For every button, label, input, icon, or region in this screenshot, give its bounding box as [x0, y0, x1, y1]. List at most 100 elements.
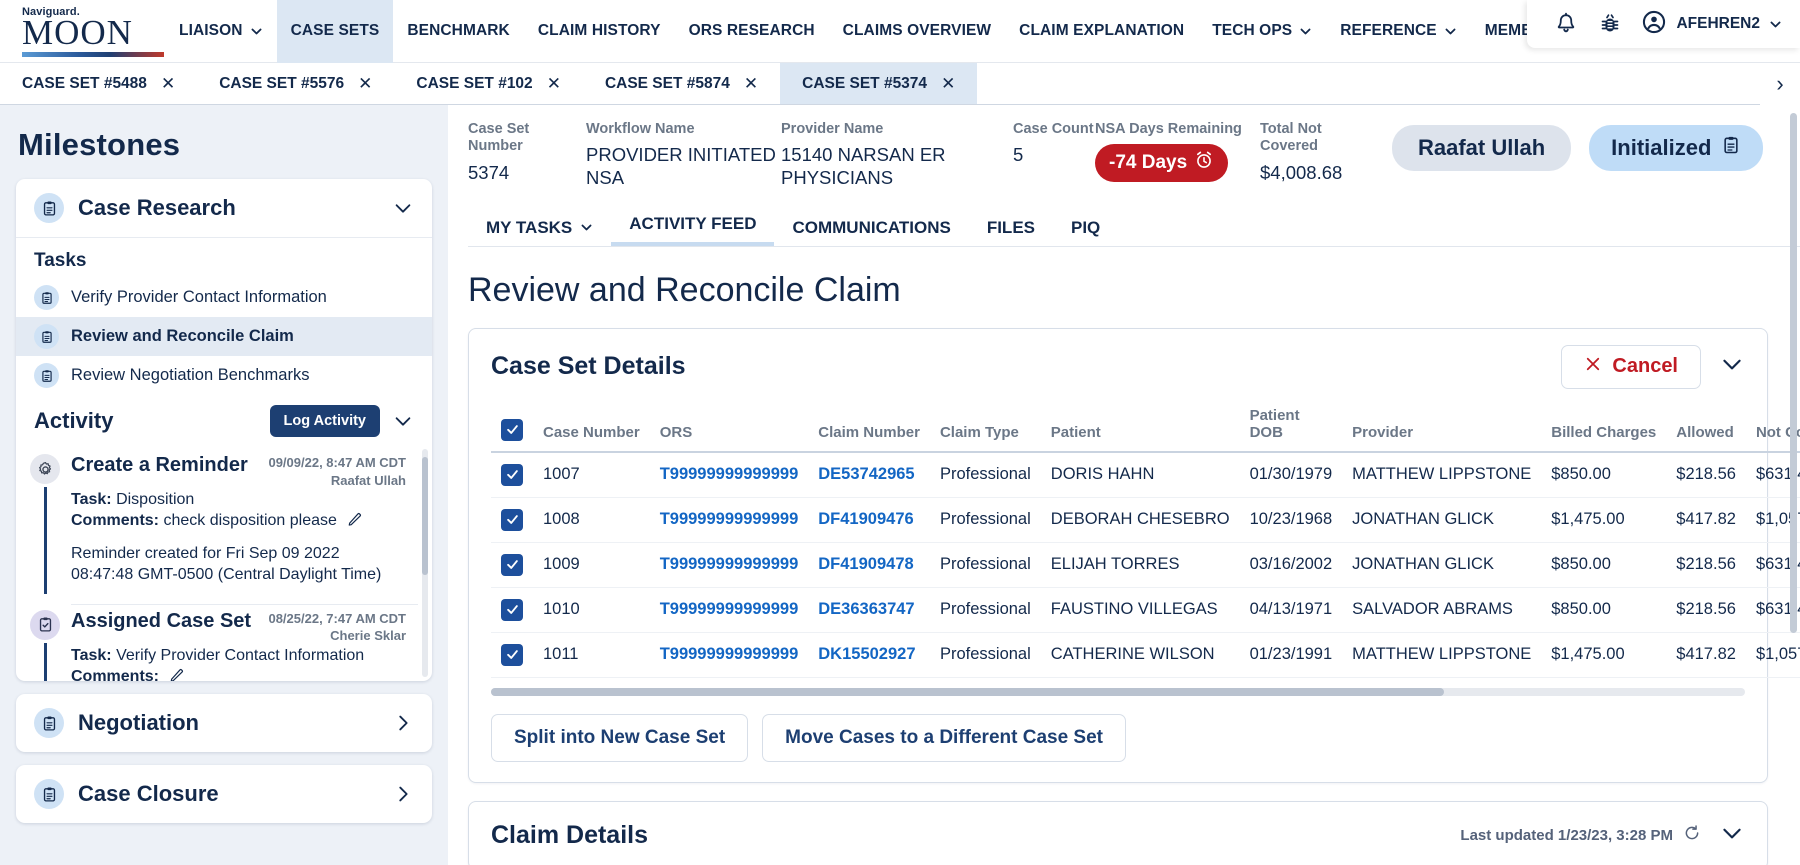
- close-icon[interactable]: ✕: [358, 75, 372, 92]
- activity-feed-list[interactable]: Create a Reminder 09/09/22, 8:47 AM CDT …: [16, 449, 432, 681]
- user-menu[interactable]: AFEHREN2: [1641, 9, 1782, 40]
- tab-piq[interactable]: PIQ: [1053, 212, 1118, 246]
- table-row[interactable]: 1010 T99999999999999 DE36363747 Professi…: [491, 587, 1800, 633]
- select-all-checkbox[interactable]: [501, 418, 523, 441]
- tabs-scroll-right-button[interactable]: ›: [1760, 63, 1800, 105]
- activity-entry-task-value: Verify Provider Contact Information: [116, 646, 365, 664]
- table-row[interactable]: 1008 T99999999999999 DF41909476 Professi…: [491, 497, 1800, 543]
- nav-item-label: REFERENCE: [1340, 22, 1437, 39]
- nav-item-liaison[interactable]: LIAISON: [165, 0, 277, 63]
- activity-entry: Assigned Case Set 08/25/22, 7:47 AM CDT …: [16, 605, 432, 681]
- task-review-and-reconcile-claim[interactable]: Review and Reconcile Claim: [16, 317, 432, 356]
- close-icon[interactable]: ✕: [941, 75, 955, 92]
- case-tab-5576[interactable]: CASE SET #5576 ✕: [197, 63, 394, 104]
- main-scrollbar-thumb[interactable]: [1790, 113, 1797, 633]
- bug-icon[interactable]: [1597, 11, 1623, 37]
- table-row[interactable]: 1011 T99999999999999 DK15502927 Professi…: [491, 632, 1800, 678]
- cell-claim-number[interactable]: DF41909476: [808, 497, 930, 543]
- tab-files[interactable]: FILES: [969, 212, 1053, 246]
- activity-entry-title: Create a Reminder: [71, 454, 248, 476]
- case-tab-5874[interactable]: CASE SET #5874 ✕: [583, 63, 780, 104]
- nav-item-case-sets[interactable]: CASE SETS: [276, 0, 394, 63]
- cell-not-covered: $1,057.18: [1745, 632, 1800, 678]
- chevron-down-icon[interactable]: [392, 197, 414, 219]
- table-horizontal-scrollbar[interactable]: [491, 687, 1745, 696]
- brand-logo[interactable]: Naviguard. MOON: [0, 6, 165, 57]
- close-icon[interactable]: ✕: [744, 75, 758, 92]
- cell-provider: SALVADOR ABRAMS: [1342, 587, 1542, 633]
- claim-details-last-updated: Last updated 1/23/23, 3:28 PM: [1460, 824, 1701, 846]
- chevron-right-icon[interactable]: [392, 783, 414, 805]
- cell-ors[interactable]: T99999999999999: [649, 587, 809, 633]
- negotiation-header[interactable]: Negotiation: [16, 694, 432, 752]
- cell-claim-number[interactable]: DE53742965: [808, 451, 930, 498]
- chevron-down-icon[interactable]: [392, 410, 414, 432]
- brand-gradient-rule: [22, 51, 164, 57]
- nav-item-ors-research[interactable]: ORS RESEARCH: [675, 0, 829, 63]
- cell-claim-number[interactable]: DK15502927: [808, 632, 930, 678]
- row-checkbox[interactable]: [501, 508, 523, 531]
- tab-my-tasks[interactable]: MY TASKS: [468, 212, 611, 246]
- task-verify-provider-contact-information[interactable]: Verify Provider Contact Information: [16, 278, 432, 317]
- chevron-down-icon[interactable]: [1719, 351, 1745, 382]
- status-badge[interactable]: Initialized: [1589, 125, 1764, 171]
- nav-item-claims-overview[interactable]: CLAIMS OVERVIEW: [829, 0, 1005, 63]
- nav-item-benchmark[interactable]: BENCHMARK: [393, 0, 524, 63]
- cell-claim-number[interactable]: DE36363747: [808, 587, 930, 633]
- case-tab-5374[interactable]: CASE SET #5374 ✕: [780, 63, 978, 104]
- pencil-edit-icon[interactable]: [347, 511, 363, 532]
- table-row[interactable]: 1009 T99999999999999 DF41909478 Professi…: [491, 542, 1800, 588]
- nav-item-reference[interactable]: REFERENCE: [1326, 0, 1471, 63]
- activity-label: Activity: [34, 408, 114, 433]
- case-tab-102[interactable]: CASE SET #102 ✕: [394, 63, 583, 104]
- nav-item-tech-ops[interactable]: TECH OPS: [1198, 0, 1326, 63]
- cell-ors[interactable]: T99999999999999: [649, 542, 809, 588]
- cell-claim-type: Professional: [929, 542, 1041, 588]
- tab-communications[interactable]: COMMUNICATIONS: [774, 212, 968, 246]
- activity-entry-comments-value: check disposition please: [163, 512, 337, 530]
- row-checkbox-cell: [491, 542, 533, 588]
- cell-allowed: $218.56: [1666, 542, 1746, 588]
- refresh-icon[interactable]: [1683, 824, 1701, 846]
- log-activity-button[interactable]: Log Activity: [269, 405, 380, 437]
- row-checkbox[interactable]: [501, 463, 523, 486]
- field-label: NSA Days Remaining: [1095, 121, 1242, 137]
- cell-ors[interactable]: T99999999999999: [649, 451, 809, 498]
- cell-ors[interactable]: T99999999999999: [649, 497, 809, 543]
- cell-case-number: 1008: [533, 497, 650, 543]
- nav-item-claim-explanation[interactable]: CLAIM EXPLANATION: [1005, 0, 1198, 63]
- cell-patient: ELIJAH TORRES: [1040, 542, 1240, 588]
- nsa-days-badge: -74 Days: [1095, 144, 1229, 183]
- cell-ors[interactable]: T99999999999999: [649, 632, 809, 678]
- move-cases-button[interactable]: Move Cases to a Different Case Set: [762, 713, 1126, 762]
- case-tab-5488[interactable]: CASE SET #5488 ✕: [0, 63, 197, 104]
- split-into-new-case-set-button[interactable]: Split into New Case Set: [491, 713, 749, 762]
- assignee-badge[interactable]: Raafat Ullah: [1392, 125, 1572, 171]
- pencil-edit-icon[interactable]: [169, 667, 185, 681]
- field-nsa-days-remaining: NSA Days Remaining -74 Days: [1095, 121, 1260, 183]
- row-checkbox[interactable]: [501, 553, 523, 576]
- row-checkbox[interactable]: [501, 643, 523, 666]
- close-icon[interactable]: ✕: [161, 75, 175, 92]
- tab-activity-feed[interactable]: ACTIVITY FEED: [611, 208, 775, 246]
- activity-scrollbar-thumb[interactable]: [422, 457, 428, 575]
- row-checkbox[interactable]: [501, 598, 523, 621]
- table-row[interactable]: 1007 T99999999999999 DE53742965 Professi…: [491, 451, 1800, 498]
- activity-entry-top: Create a Reminder 09/09/22, 8:47 AM CDT …: [71, 454, 406, 489]
- milestone-card-negotiation: Negotiation: [16, 694, 432, 752]
- case-closure-header[interactable]: Case Closure: [16, 765, 432, 823]
- table-horizontal-scrollbar-thumb[interactable]: [491, 687, 1445, 696]
- row-checkbox-cell: [491, 587, 533, 633]
- case-research-header[interactable]: Case Research: [16, 179, 432, 237]
- field-provider-name: Provider Name 15140 NARSAN ER PHYSICIANS: [781, 121, 1013, 190]
- nav-item-claim-history[interactable]: CLAIM HISTORY: [524, 0, 675, 63]
- task-review-negotiation-benchmarks[interactable]: Review Negotiation Benchmarks: [16, 356, 432, 395]
- chevron-down-icon: [1299, 25, 1312, 38]
- bell-icon[interactable]: [1553, 11, 1579, 37]
- close-icon[interactable]: ✕: [547, 75, 561, 92]
- cell-claim-number[interactable]: DF41909478: [808, 542, 930, 588]
- chevron-right-icon[interactable]: [392, 712, 414, 734]
- cancel-button[interactable]: Cancel: [1561, 344, 1701, 389]
- cell-patient-dob: 04/13/1971: [1239, 587, 1343, 633]
- chevron-down-icon[interactable]: [1719, 820, 1745, 851]
